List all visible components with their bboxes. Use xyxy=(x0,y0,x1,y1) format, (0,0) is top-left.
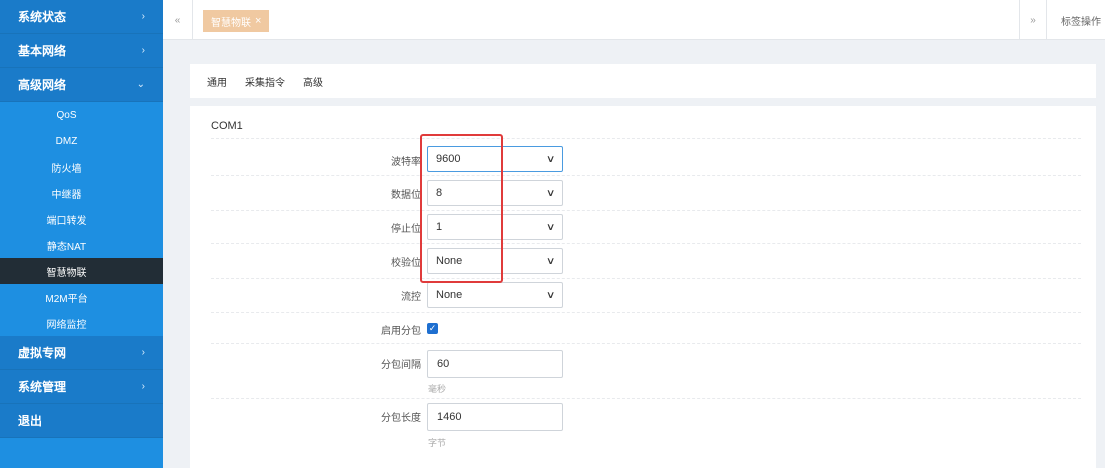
select-value: None xyxy=(436,255,463,267)
sidebar: 系统状态 › 基本网络 › 高级网络 ⌄ QoS DMZ 防火墙 中继器 端口转… xyxy=(0,0,163,468)
section-title: COM1 xyxy=(211,120,243,132)
chevron-down-icon: ∨ xyxy=(545,255,556,267)
sidebar-subitem-label: 网络监控 xyxy=(46,319,87,331)
tab-advanced[interactable]: 高级 xyxy=(303,74,323,89)
sidebar-subitem-label: 中继器 xyxy=(51,189,82,201)
tab-collect-commands[interactable]: 采集指令 xyxy=(245,74,285,89)
chevron-down-icon: ∨ xyxy=(545,187,556,199)
sidebar-subitem-static-nat[interactable]: 静态NAT xyxy=(0,232,163,258)
chevron-down-icon: ∨ xyxy=(545,221,556,233)
sidebar-subitem-relay[interactable]: 中继器 xyxy=(0,180,163,206)
tab-general[interactable]: 通用 xyxy=(207,74,227,89)
chevron-right-icon: › xyxy=(141,381,145,392)
sidebar-item-label: 虚拟专网 xyxy=(18,346,67,360)
chevron-down-icon: ∨ xyxy=(545,153,556,165)
select-value: 9600 xyxy=(436,153,461,165)
packet-length-unit: 字节 xyxy=(428,438,447,448)
sidebar-item-basic-network[interactable]: 基本网络 › xyxy=(0,34,163,68)
sidebar-subitem-label: QoS xyxy=(56,109,77,121)
sidebar-subitem-smart-iot[interactable]: 智慧物联 xyxy=(0,258,163,284)
parity-label: 校验位 xyxy=(391,258,421,269)
sidebar-subitem-m2m-platform[interactable]: M2M平台 xyxy=(0,284,163,310)
enable-packet-label: 启用分包 xyxy=(381,326,421,337)
sidebar-subitem-label: 静态NAT xyxy=(46,241,87,253)
packet-length-label: 分包长度 xyxy=(381,413,421,424)
parity-select[interactable]: None ∨ xyxy=(427,248,563,274)
sidebar-item-vpn[interactable]: 虚拟专网 › xyxy=(0,336,163,370)
sidebar-item-label: 系统管理 xyxy=(18,380,67,394)
packet-interval-unit: 毫秒 xyxy=(428,384,447,394)
chevron-right-icon: › xyxy=(141,45,145,56)
tab-operations-button[interactable]: 标签操作 xyxy=(1061,0,1101,40)
tab-label: 智慧物联 xyxy=(211,17,251,29)
sidebar-subitem-label: 智慧物联 xyxy=(46,267,87,279)
divider xyxy=(211,398,1081,399)
baud-rate-select[interactable]: 9600 ∨ xyxy=(427,146,563,172)
divider xyxy=(211,210,1081,211)
stop-bits-select[interactable]: 1 ∨ xyxy=(427,214,563,240)
divider xyxy=(211,138,1081,139)
sidebar-item-label: 退出 xyxy=(18,414,43,428)
select-value: 8 xyxy=(436,187,443,199)
packet-interval-label: 分包间隔 xyxy=(381,360,421,371)
chevron-down-icon: ⌄ xyxy=(136,79,145,90)
divider xyxy=(211,312,1081,313)
sidebar-subitem-network-monitor[interactable]: 网络监控 xyxy=(0,310,163,336)
sidebar-item-system-status[interactable]: 系统状态 › xyxy=(0,0,163,34)
divider xyxy=(211,343,1081,344)
select-value: None xyxy=(436,289,463,301)
data-bits-select[interactable]: 8 ∨ xyxy=(427,180,563,206)
sidebar-item-label: 基本网络 xyxy=(18,44,67,58)
packet-length-input[interactable]: 1460 xyxy=(427,403,563,431)
flow-control-select[interactable]: None ∨ xyxy=(427,282,563,308)
sidebar-subitem-label: M2M平台 xyxy=(45,293,88,305)
chevron-right-icon: › xyxy=(141,347,145,358)
sub-tabs: 通用 采集指令 高级 xyxy=(190,64,1096,98)
sidebar-subitem-dmz[interactable]: DMZ xyxy=(0,128,163,154)
sidebar-item-label: 高级网络 xyxy=(18,78,67,92)
divider xyxy=(211,175,1081,176)
baud-rate-label: 波特率 xyxy=(391,157,421,168)
divider xyxy=(211,278,1081,279)
sidebar-item-system-management[interactable]: 系统管理 › xyxy=(0,370,163,404)
tab-bar: « 智慧物联 × » 标签操作 xyxy=(163,0,1105,40)
double-right-arrow-icon[interactable]: » xyxy=(1019,0,1047,40)
packet-interval-input[interactable]: 60 xyxy=(427,350,563,378)
stop-bits-label: 停止位 xyxy=(391,224,421,235)
close-icon[interactable]: × xyxy=(255,15,261,27)
flow-control-label: 流控 xyxy=(401,292,421,303)
chevron-down-icon: ∨ xyxy=(545,289,556,301)
sidebar-subitem-port-forward[interactable]: 端口转发 xyxy=(0,206,163,232)
sidebar-subitem-label: DMZ xyxy=(55,135,78,147)
sidebar-subitem-label: 防火墙 xyxy=(51,163,82,175)
sidebar-item-advanced-network[interactable]: 高级网络 ⌄ xyxy=(0,68,163,102)
sidebar-item-logout[interactable]: 退出 xyxy=(0,404,163,438)
sidebar-item-label: 系统状态 xyxy=(18,10,67,24)
double-left-arrow-icon[interactable]: « xyxy=(163,0,193,40)
chevron-right-icon: › xyxy=(141,11,145,22)
divider xyxy=(211,243,1081,244)
select-value: 1 xyxy=(436,221,443,233)
tab-smart-iot[interactable]: 智慧物联 × xyxy=(203,10,270,32)
sidebar-subitem-label: 端口转发 xyxy=(46,215,87,227)
sidebar-subitem-qos[interactable]: QoS xyxy=(0,102,163,128)
settings-panel: COM1 波特率 9600 ∨ 数据位 8 ∨ 停止位 1 ∨ 校验位 None… xyxy=(190,106,1096,468)
data-bits-label: 数据位 xyxy=(391,190,421,201)
enable-packet-checkbox[interactable]: ✓ xyxy=(427,323,438,334)
sidebar-subitem-firewall[interactable]: 防火墙 xyxy=(0,154,163,180)
